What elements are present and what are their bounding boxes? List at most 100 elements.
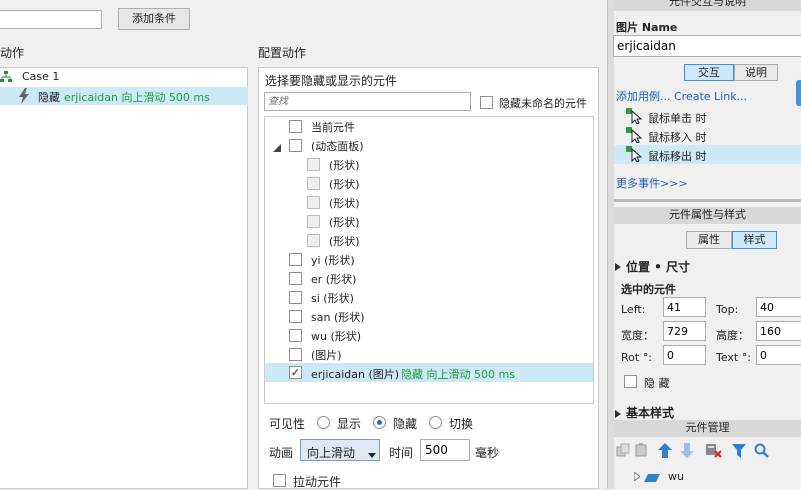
time-input[interactable] <box>420 439 470 461</box>
event-label: 鼠标移入 时 <box>648 131 707 144</box>
case-tree-icon <box>0 71 12 83</box>
tree-checkbox[interactable] <box>289 139 302 152</box>
height-label: 高度： <box>716 329 749 342</box>
event-row[interactable]: 鼠标单击 时 <box>614 107 801 126</box>
text-rotation-label: Text °: <box>716 351 751 364</box>
tree-checkbox[interactable] <box>289 120 302 133</box>
filter-icon[interactable] <box>732 444 746 458</box>
radio-hide[interactable] <box>373 416 386 429</box>
copy-icon[interactable] <box>616 443 630 457</box>
radio-show[interactable] <box>317 416 330 429</box>
tree-checkbox[interactable] <box>307 158 320 171</box>
selected-widget-label: 选中的元件 <box>621 283 676 296</box>
tree-checkbox[interactable] <box>307 234 320 247</box>
move-down-icon[interactable] <box>680 443 694 458</box>
panel-title: 选择要隐藏或显示的元件 <box>265 74 398 88</box>
radio-toggle-label: 切换 <box>449 417 474 431</box>
top-input[interactable] <box>756 297 801 317</box>
tree-item-label: (形状) <box>329 216 360 229</box>
event-label: 鼠标移出 时 <box>648 150 707 163</box>
middle-section-title: 配置动作 <box>258 46 307 60</box>
base-style-title: 基本样式 <box>626 406 675 420</box>
tab-style[interactable]: 样式 <box>732 231 777 249</box>
animation-select[interactable]: 向上滑动 <box>300 439 380 461</box>
tab-interaction[interactable]: 交互 <box>684 64 734 81</box>
tree-checkbox[interactable] <box>289 272 302 285</box>
hidden-label: 隐 藏 <box>644 377 670 390</box>
expand-triangle-icon[interactable] <box>615 408 621 418</box>
add-case-link[interactable]: 添加用例... Create Link... <box>616 88 747 104</box>
case-list: Case 1 隐藏 erjicaidan 向上滑动 500 ms <box>0 67 248 489</box>
text-rotation-input[interactable] <box>756 345 801 365</box>
vertical-scrollbar[interactable] <box>607 0 614 489</box>
tree-checkbox[interactable] <box>289 329 302 342</box>
animation-select-value: 向上滑动 <box>307 446 356 460</box>
action-row[interactable]: 隐藏 erjicaidan 向上滑动 500 ms <box>0 87 248 105</box>
tree-checkbox[interactable] <box>307 215 320 228</box>
collapse-triangle-icon[interactable] <box>273 142 281 152</box>
tree-checkbox[interactable] <box>289 253 302 266</box>
paste-icon[interactable] <box>634 443 648 457</box>
event-label: 鼠标单击 时 <box>648 112 707 125</box>
manager-toolbar <box>614 441 801 461</box>
top-label: Top: <box>716 303 739 316</box>
manager-item-label[interactable]: wu <box>668 470 684 483</box>
left-section-title: 触动作 <box>0 46 25 60</box>
tree-item-label: (图片) <box>311 349 342 362</box>
name-input[interactable] <box>613 35 801 57</box>
tab-properties[interactable]: 属性 <box>686 231 732 249</box>
rotation-input[interactable] <box>663 345 706 365</box>
height-input[interactable] <box>756 321 801 341</box>
case-label[interactable]: Case 1 <box>22 70 59 83</box>
props-header: 元件属性与样式 <box>614 207 801 224</box>
event-row[interactable]: 鼠标移入 时 <box>614 126 801 145</box>
expand-triangle-icon[interactable] <box>615 261 621 271</box>
radio-toggle[interactable] <box>429 416 442 429</box>
tree-checkbox[interactable] <box>289 310 302 323</box>
panel-divider <box>614 199 801 202</box>
tab-notes[interactable]: 说明 <box>734 64 778 81</box>
tree-item-label: (形状) <box>329 235 360 248</box>
search-input[interactable] <box>264 92 471 111</box>
condition-input[interactable] <box>0 10 102 29</box>
delete-icon[interactable] <box>706 443 722 458</box>
cursor-event-icon <box>626 127 643 144</box>
tree-checkbox-checked[interactable]: ✓ <box>289 366 302 379</box>
tree-item-label: (形状) <box>329 197 360 210</box>
cursor-event-icon <box>626 108 643 125</box>
chevron-down-icon <box>368 448 376 458</box>
more-events-link[interactable]: 更多事件>>> <box>616 175 688 191</box>
tree-item-label: (形状) <box>329 159 360 172</box>
lightning-icon <box>18 88 30 104</box>
time-unit: 毫秒 <box>475 446 500 460</box>
right-panel: 元件交互与说明 图片 Name 交互 说明 添加用例... Create Lin… <box>613 0 801 489</box>
tree-row-selected[interactable]: ✓ erjicaidan (图片) 隐藏 向上滑动 500 ms <box>265 363 593 382</box>
widget-tree: 当前元件 (动态面板) (形状) (形状) (形状) (形状) (形状) yi … <box>264 116 594 404</box>
pos-size-title: 位置 • 尺寸 <box>626 260 691 274</box>
add-condition-button[interactable]: 添加条件 <box>118 8 190 30</box>
tree-checkbox[interactable] <box>289 291 302 304</box>
tree-item-label: erjicaidan (图片) <box>311 368 400 381</box>
time-label: 时间 <box>389 446 414 460</box>
tree-item-label: (形状) <box>329 178 360 191</box>
tree-checkbox[interactable] <box>289 348 302 361</box>
tree-checkbox[interactable] <box>307 177 320 190</box>
tree-item-label: yi (形状) <box>311 254 355 267</box>
animation-label: 动画 <box>269 446 294 460</box>
side-handle[interactable] <box>796 80 801 106</box>
move-up-icon[interactable] <box>658 443 672 458</box>
rotation-label: Rot °: <box>621 351 652 364</box>
left-input[interactable] <box>663 297 706 317</box>
tree-checkbox[interactable] <box>307 196 320 209</box>
drag-widget-checkbox[interactable] <box>273 474 286 487</box>
cursor-event-icon <box>626 146 643 163</box>
hide-unnamed-checkbox[interactable] <box>480 96 493 109</box>
shape-icon <box>644 472 660 482</box>
left-label: Left: <box>621 303 646 316</box>
search-icon[interactable] <box>754 443 769 458</box>
tree-item-label: er (形状) <box>311 273 357 286</box>
hidden-checkbox[interactable] <box>624 375 637 388</box>
event-row-selected[interactable]: 鼠标移出 时 <box>614 145 801 164</box>
manager-tree-expander[interactable] <box>633 471 641 482</box>
width-input[interactable] <box>663 321 706 341</box>
